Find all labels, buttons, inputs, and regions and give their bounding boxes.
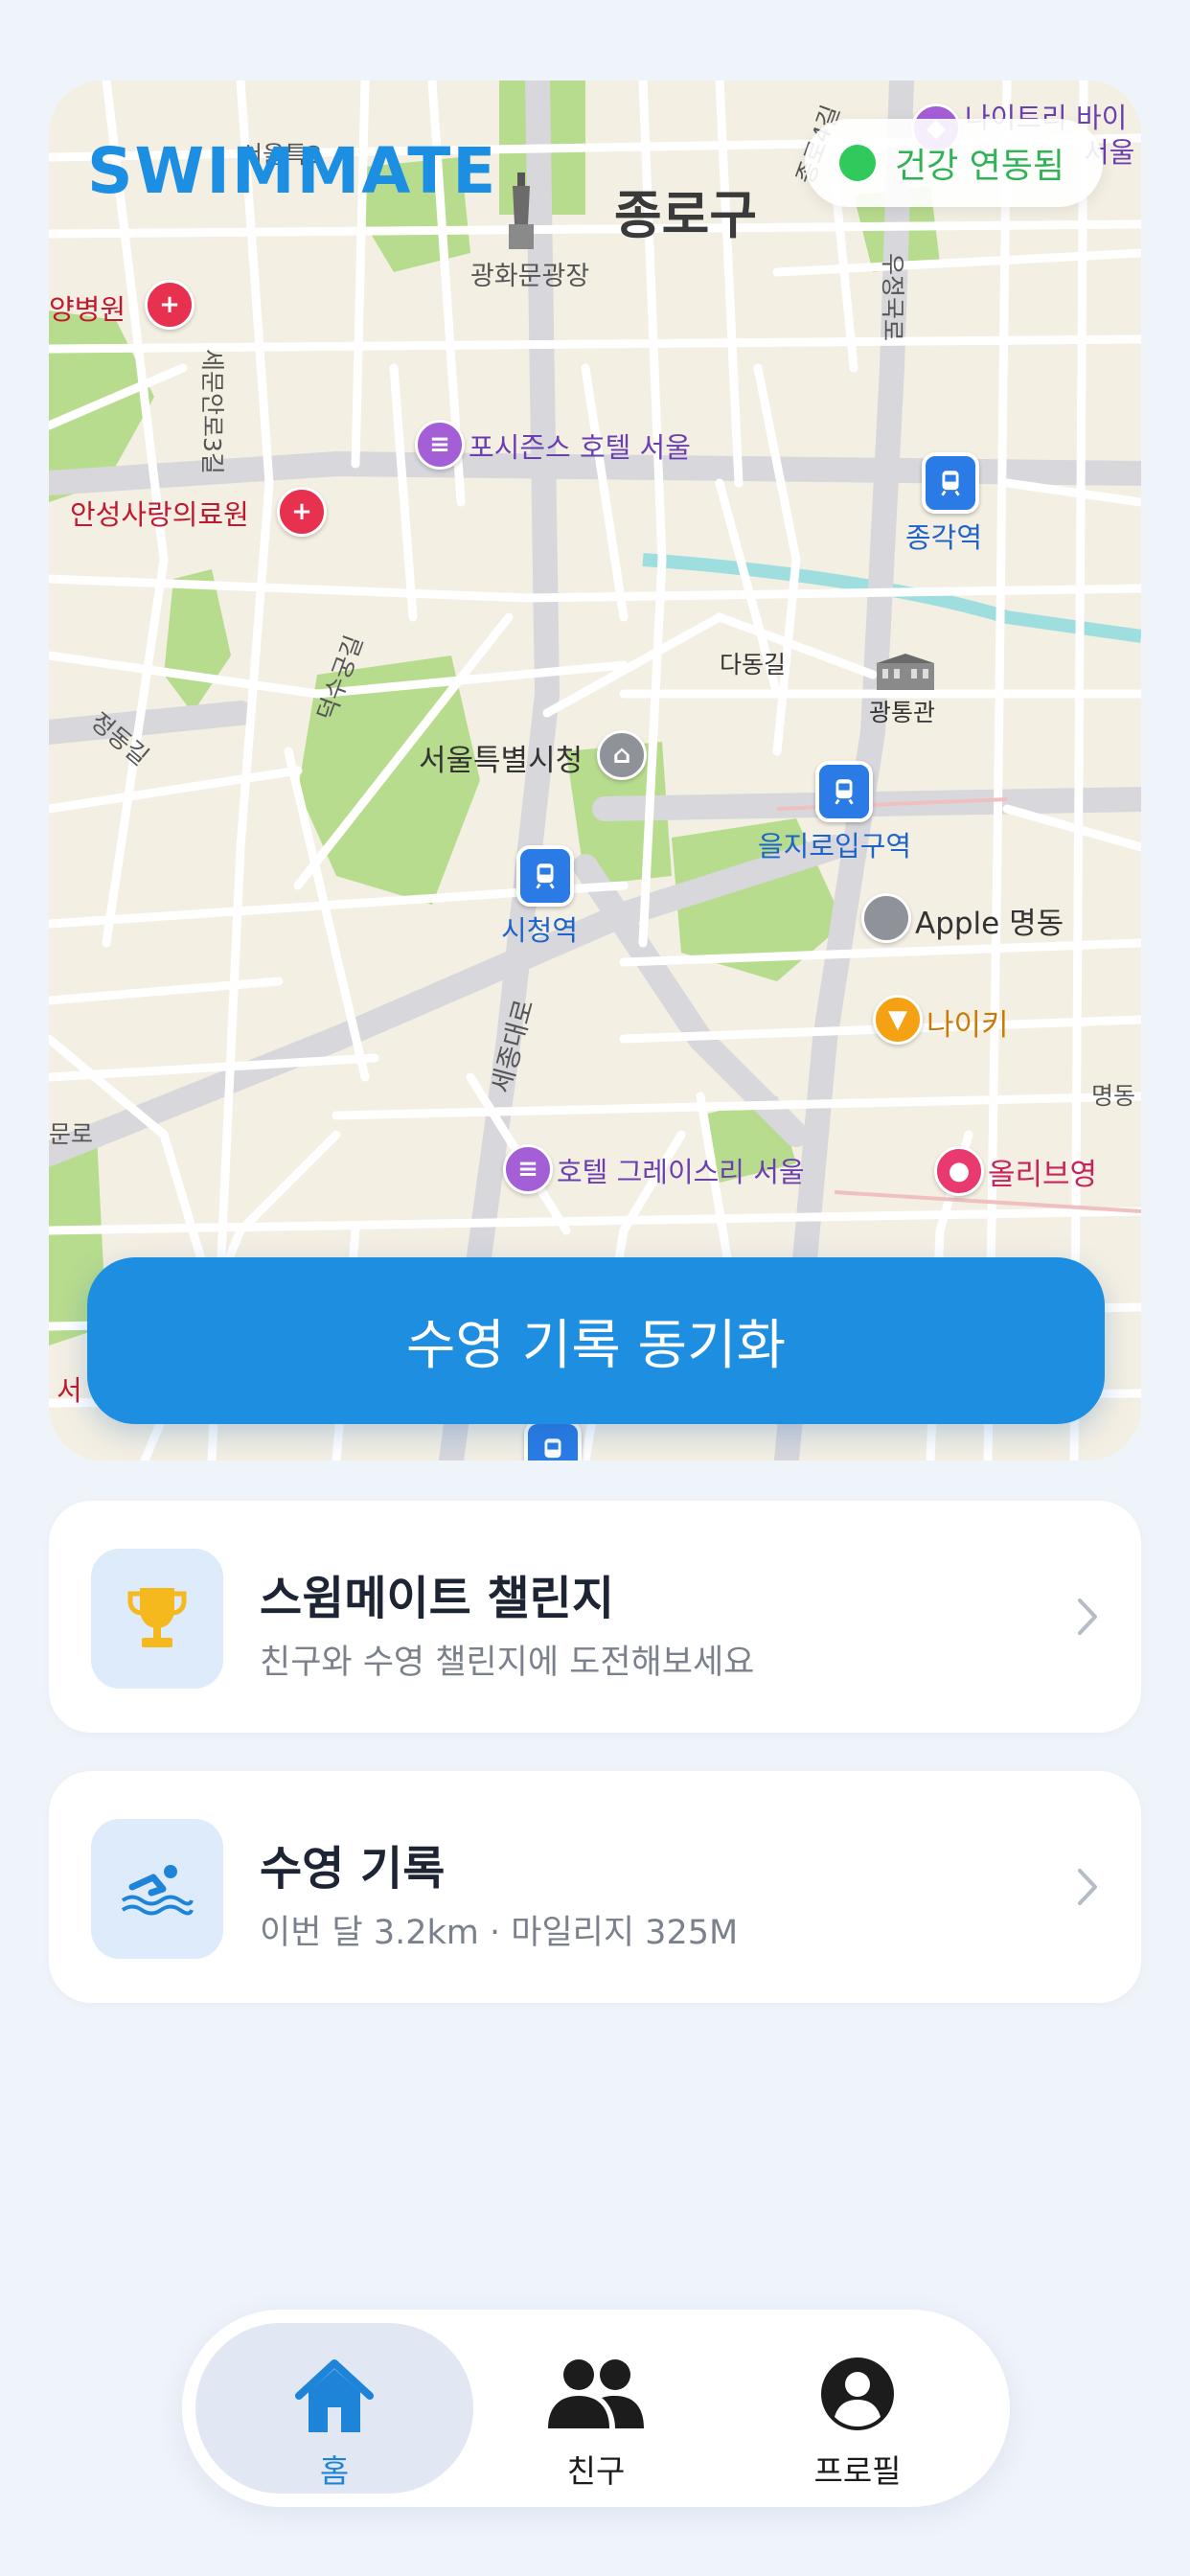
- chevron-right-icon: [1078, 1869, 1097, 1905]
- map-label-gwangtonggwan: 광통관: [869, 699, 936, 726]
- home-icon: [295, 2359, 374, 2432]
- swimmer-icon: [91, 1819, 223, 1959]
- map-canvas[interactable]: [49, 80, 1141, 1460]
- challenge-card[interactable]: 스윔메이트 챌린지 친구와 수영 챌린지에 도전해보세요: [49, 1501, 1141, 1733]
- map-label-dadonggil: 다동길: [720, 651, 787, 678]
- map-label-apple: Apple 명동: [915, 907, 1064, 941]
- map-label-fourseasons: 포시즌스 호텔 서울: [469, 431, 691, 464]
- trophy-icon: [91, 1549, 223, 1689]
- oliveyoung-pin-icon[interactable]: ●: [934, 1146, 984, 1196]
- tab-home-label: 홈: [319, 2452, 350, 2490]
- health-status-badge[interactable]: 건강 연동됨: [804, 119, 1103, 207]
- hotel-pin-icon[interactable]: ≡: [415, 420, 465, 470]
- map-label-cityhall: 서울특별시청: [419, 744, 584, 778]
- map-label-sicheong: 시청역: [501, 914, 579, 947]
- swim-record-card-title: 수영 기록: [260, 1842, 446, 1896]
- subway-station-icon[interactable]: [922, 452, 979, 514]
- tab-friends-label: 친구: [566, 2452, 626, 2490]
- tab-home[interactable]: 홈: [195, 2323, 473, 2494]
- map-label-udjeongukro: 우정국로: [879, 253, 906, 342]
- map-label-gracery: 호텔 그레이스리 서울: [557, 1156, 805, 1188]
- subway-station-icon[interactable]: [516, 845, 574, 907]
- map-card[interactable]: 종로구 서울특3 광화문광장 세문안로3길 종로4길 우정국로 양병원 + 안성…: [49, 80, 1141, 1460]
- bottom-tab-bar: 홈 친구 프로필: [182, 2310, 1010, 2507]
- swim-record-card[interactable]: 수영 기록 이번 달 3.2km · 마일리지 325M: [49, 1771, 1141, 2003]
- map-label-nike: 나이키: [927, 1008, 1009, 1043]
- brand-logo: SWIMMATE: [87, 134, 498, 208]
- tab-profile-label: 프로필: [813, 2452, 902, 2490]
- map-label-myeongdong: 명동: [1091, 1082, 1136, 1110]
- hospital-pin-icon[interactable]: +: [277, 487, 327, 537]
- apple-store-pin-icon[interactable]: [861, 893, 911, 943]
- map-label-seo-bottom: 서: [57, 1374, 82, 1407]
- swim-record-card-subtitle: 이번 달 3.2km · 마일리지 325M: [260, 1914, 739, 1952]
- map-label-oliveyoung: 올리브영: [988, 1158, 1098, 1192]
- challenge-card-title: 스윔메이트 챌린지: [260, 1572, 614, 1625]
- subway-station-icon[interactable]: [815, 761, 873, 822]
- subway-station-icon[interactable]: [524, 1420, 582, 1460]
- tab-friends[interactable]: 친구: [457, 2323, 735, 2494]
- health-status-text: 건강 연동됨: [894, 147, 1064, 186]
- cityhall-pin-icon[interactable]: ⌂: [597, 730, 647, 780]
- hospital-pin-icon[interactable]: +: [145, 280, 195, 330]
- nike-pin-icon[interactable]: ▼: [873, 995, 923, 1045]
- map-label-jonggak: 종각역: [905, 521, 983, 554]
- profile-icon: [821, 2358, 894, 2430]
- map-label-munro: 문로: [49, 1120, 94, 1148]
- map-label-euljiro: 을지로입구역: [758, 830, 912, 862]
- map-district-label: 종로구: [614, 185, 758, 245]
- hotel-pin-icon[interactable]: ≡: [503, 1144, 553, 1194]
- map-label-gwanghwamun: 광화문광장: [470, 262, 590, 291]
- statue-icon: [509, 172, 534, 249]
- chevron-right-icon: [1078, 1598, 1097, 1635]
- friends-icon: [548, 2359, 644, 2428]
- landmark-building-icon: [877, 654, 934, 690]
- map-label-sejongno: 세문안로3길: [198, 349, 226, 474]
- sync-swim-records-button[interactable]: 수영 기록 동기화: [87, 1257, 1105, 1424]
- challenge-card-subtitle: 친구와 수영 챌린지에 도전해보세요: [260, 1644, 755, 1682]
- map-label-hospital1: 양병원: [49, 293, 126, 326]
- map-label-hospital2: 안성사랑의료원: [70, 498, 249, 531]
- status-dot-icon: [838, 145, 876, 181]
- tab-profile[interactable]: 프로필: [719, 2323, 996, 2494]
